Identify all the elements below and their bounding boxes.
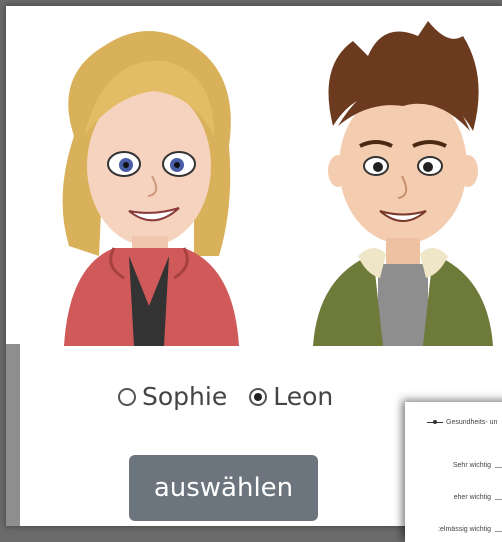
sophie-radio[interactable]	[118, 387, 136, 406]
y-tick-3	[495, 531, 502, 532]
sophie-label: Sophie	[142, 382, 228, 411]
sophie-avatar[interactable]	[44, 16, 254, 346]
chart-window: Gesundheits- un Sehr wichtig eher wichti…	[405, 402, 502, 542]
leon-label: Leon	[273, 382, 334, 411]
legend-label: Gesundheits- un	[446, 419, 498, 426]
option-leon[interactable]: Leon	[249, 382, 333, 411]
leon-avatar[interactable]	[298, 16, 502, 346]
y-label-2: eher wichtig	[453, 494, 491, 501]
legend-line-icon	[427, 420, 443, 424]
y-tick-1	[495, 467, 502, 468]
y-label-3: :elmässig wichtig	[438, 526, 491, 533]
y-label-1: Sehr wichtig	[452, 462, 491, 469]
character-choices: Sophie Leon	[118, 382, 333, 411]
y-tick-2	[495, 499, 502, 500]
select-button[interactable]: auswählen	[129, 455, 318, 521]
chart-legend: Gesundheits- un	[427, 419, 497, 426]
option-sophie[interactable]: Sophie	[118, 382, 227, 411]
background-strip	[6, 344, 20, 526]
leon-radio[interactable]	[249, 387, 268, 406]
